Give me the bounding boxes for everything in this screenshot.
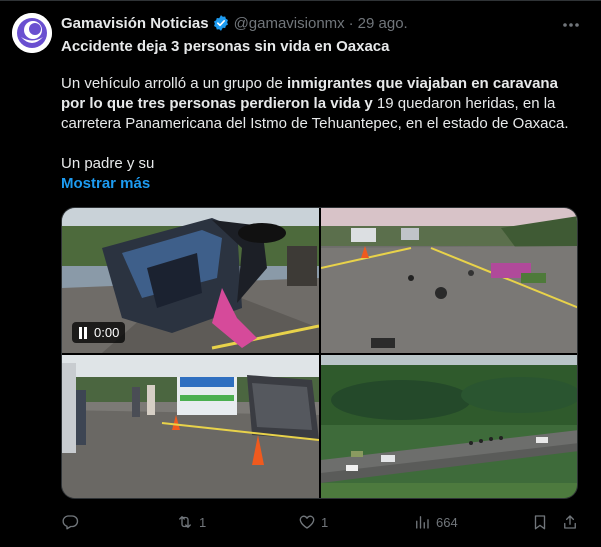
crashed-van-photo[interactable]: 0:00: [62, 208, 319, 353]
views-icon: [416, 516, 429, 529]
tweet-date[interactable]: 29 ago.: [358, 15, 408, 32]
video-timer[interactable]: 0:00: [72, 322, 126, 343]
like-count: 1: [321, 514, 329, 530]
reply-button[interactable]: [61, 513, 79, 531]
verified-badge-icon: [212, 14, 230, 32]
tweet-text: Accidente deja 3 personas sin vida en Oa…: [61, 37, 581, 194]
paragraph-truncated: Un padre y su: [61, 155, 155, 172]
author-handle[interactable]: @gamavisionmx: [234, 15, 345, 32]
tweet-card[interactable]: Gamavisión Noticias @gamavisionmx · 29 a…: [0, 0, 601, 547]
retweet-icon: [179, 516, 191, 528]
highway-debris-photo[interactable]: [321, 208, 577, 353]
views-count: 664: [436, 514, 458, 530]
tweet-headline: Accidente deja 3 personas sin vida en Oa…: [61, 38, 390, 55]
retweet-button[interactable]: 1: [176, 513, 206, 531]
police-cones-photo[interactable]: [62, 355, 319, 498]
like-button[interactable]: 1: [298, 513, 328, 531]
aerial-highway-photo[interactable]: [321, 355, 577, 498]
author-name[interactable]: Gamavisión Noticias: [61, 15, 209, 32]
share-button[interactable]: [561, 513, 579, 531]
views-button[interactable]: 664: [413, 513, 458, 531]
bookmark-icon: [534, 515, 546, 530]
gamavision-logo-icon: [12, 13, 52, 53]
tweet-header: Gamavisión Noticias @gamavisionmx · 29 a…: [61, 14, 408, 32]
more-options-icon[interactable]: [561, 15, 581, 35]
tweet-paragraph: Un vehículo arrolló a un grupo de inmigr…: [61, 74, 581, 134]
tweet-actions: 1 1 664: [61, 513, 581, 535]
pause-icon[interactable]: [78, 326, 88, 339]
show-more-link[interactable]: Mostrar más: [61, 174, 581, 194]
avatar[interactable]: [12, 13, 52, 53]
heart-icon: [299, 515, 315, 529]
bookmark-button[interactable]: [531, 513, 549, 531]
share-icon: [564, 515, 576, 529]
reply-icon: [62, 515, 79, 530]
separator-dot: ·: [348, 14, 354, 32]
paragraph-text-start: Un vehículo arrolló a un grupo de: [61, 75, 287, 92]
media-grid: 0:00: [61, 207, 578, 499]
video-time: 0:00: [94, 325, 120, 340]
retweet-count: 1: [199, 514, 207, 530]
